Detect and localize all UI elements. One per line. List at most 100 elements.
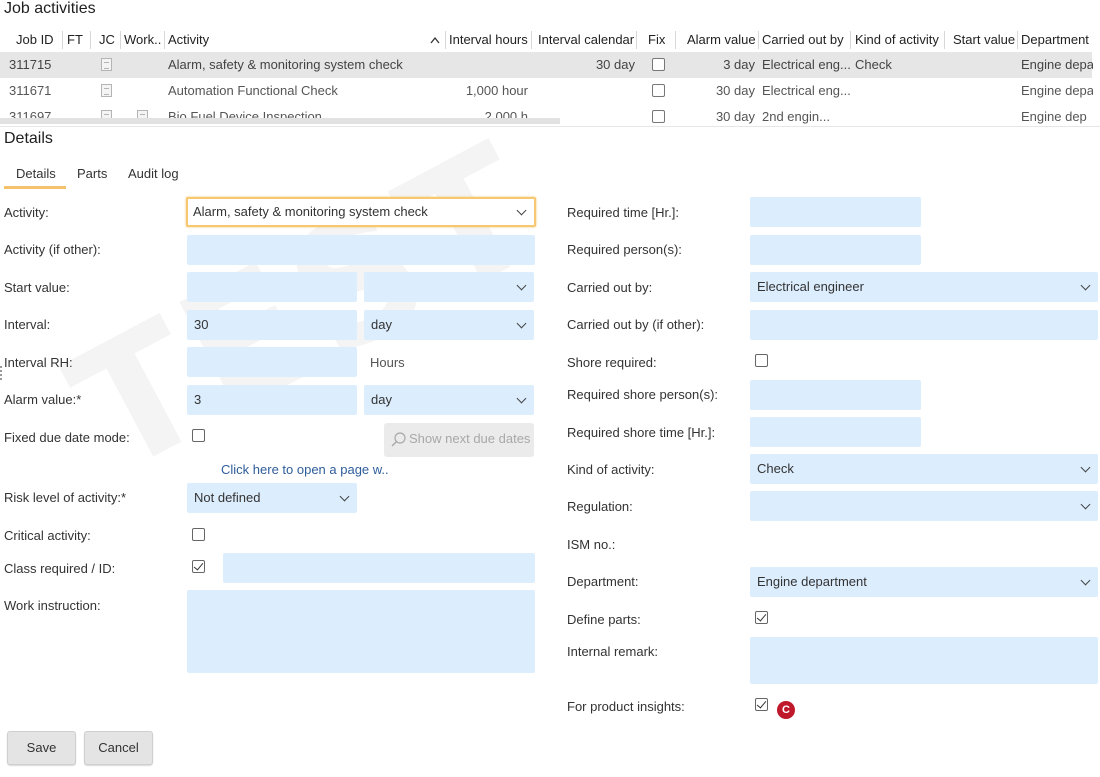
column-header-department[interactable]: Department bbox=[1021, 28, 1089, 52]
define-parts-checkbox[interactable] bbox=[755, 611, 768, 624]
cell-activity: Automation Functional Check bbox=[168, 83, 338, 98]
resize-handle[interactable] bbox=[0, 366, 3, 380]
fix-checkbox[interactable] bbox=[652, 58, 665, 71]
cell-job-id: 311671 bbox=[9, 83, 52, 98]
checkmark-icon bbox=[756, 698, 767, 709]
chevron-down-icon bbox=[1080, 499, 1091, 510]
column-header-alarm-value[interactable]: Alarm value bbox=[687, 28, 756, 52]
work-instruction-textarea[interactable] bbox=[187, 590, 535, 673]
column-header-work[interactable]: Work... bbox=[124, 28, 162, 52]
grid-header: Job ID FT JC Work... Activity Interval h… bbox=[0, 28, 1100, 52]
risk-level-value: Not defined bbox=[194, 490, 261, 505]
internal-remark-label: Internal remark: bbox=[567, 644, 659, 659]
interval-rh-unit: Hours bbox=[370, 355, 405, 370]
required-persons-input[interactable] bbox=[750, 235, 921, 265]
kind-of-activity-label: Kind of activity: bbox=[567, 462, 655, 477]
fix-checkbox[interactable] bbox=[652, 84, 665, 97]
column-header-kind-of-activity[interactable]: Kind of activity bbox=[855, 28, 939, 52]
define-parts-label: Define parts: bbox=[567, 612, 641, 627]
cell-department: Engine depa bbox=[1021, 57, 1093, 72]
class-required-checkbox[interactable] bbox=[192, 560, 205, 573]
department-select[interactable]: Engine department bbox=[750, 567, 1098, 597]
fixed-due-date-checkbox[interactable] bbox=[192, 429, 205, 442]
risk-level-select[interactable]: Not defined bbox=[187, 483, 357, 513]
column-header-fix[interactable]: Fix bbox=[648, 28, 665, 52]
activity-other-input[interactable] bbox=[187, 235, 535, 265]
department-label: Department: bbox=[567, 574, 639, 589]
show-next-due-dates-button[interactable]: Show next due dates bbox=[384, 423, 534, 457]
interval-rh-input[interactable] bbox=[187, 347, 357, 377]
required-persons-label: Required person(s): bbox=[567, 242, 682, 257]
cell-kind: Check bbox=[855, 57, 892, 72]
interval-unit-value: day bbox=[371, 317, 392, 332]
alarm-value-input[interactable]: 3 bbox=[187, 385, 357, 415]
activity-select[interactable]: Alarm, safety & monitoring system check bbox=[186, 197, 536, 227]
carried-out-other-input[interactable] bbox=[750, 310, 1098, 340]
internal-remark-textarea[interactable] bbox=[750, 637, 1098, 684]
job-activities-grid: Job ID FT JC Work... Activity Interval h… bbox=[0, 28, 1100, 125]
regulation-select[interactable] bbox=[750, 491, 1098, 521]
c-badge-icon: C bbox=[777, 701, 795, 719]
column-header-carried-out-by[interactable]: Carried out by bbox=[762, 28, 844, 52]
checkmark-icon bbox=[756, 611, 767, 622]
checkmark-icon bbox=[193, 560, 204, 571]
cell-alarm-value: 3 day bbox=[723, 57, 755, 72]
required-time-input[interactable] bbox=[750, 197, 921, 227]
active-tab-indicator bbox=[4, 186, 66, 189]
shore-time-input[interactable] bbox=[750, 417, 921, 447]
start-value-label: Start value: bbox=[4, 280, 70, 295]
chevron-down-icon bbox=[516, 280, 527, 291]
carried-out-by-select[interactable]: Electrical engineer bbox=[750, 272, 1098, 302]
shore-required-checkbox[interactable] bbox=[755, 354, 768, 367]
save-button[interactable]: Save bbox=[7, 731, 76, 765]
cell-department: Engine dep bbox=[1021, 109, 1087, 124]
class-id-input[interactable] bbox=[223, 553, 535, 583]
column-header-interval-hours[interactable]: Interval hours bbox=[449, 28, 528, 52]
interval-input[interactable]: 30 bbox=[187, 310, 357, 340]
column-header-job-id[interactable]: Job ID bbox=[16, 28, 54, 52]
product-insights-checkbox[interactable] bbox=[755, 698, 768, 711]
risk-level-label: Risk level of activity:* bbox=[4, 490, 127, 505]
column-header-interval-calendar[interactable]: Interval calendar bbox=[538, 28, 634, 52]
table-row[interactable]: 311715 Alarm, safety & monitoring system… bbox=[0, 52, 1093, 78]
open-page-link[interactable]: Click here to open a page w.. bbox=[221, 462, 389, 477]
interval-unit-select[interactable]: day bbox=[364, 310, 534, 340]
kind-of-activity-select[interactable]: Check bbox=[750, 454, 1098, 484]
kind-of-activity-value: Check bbox=[757, 461, 794, 476]
column-header-start-value[interactable]: Start value bbox=[953, 28, 1015, 52]
chevron-down-icon bbox=[1080, 280, 1091, 291]
cancel-button[interactable]: Cancel bbox=[84, 731, 153, 765]
shore-persons-input[interactable] bbox=[750, 380, 921, 410]
column-header-jc[interactable]: JC bbox=[99, 28, 115, 52]
activity-label: Activity: bbox=[4, 205, 49, 220]
document-icon[interactable] bbox=[101, 58, 112, 71]
tab-parts[interactable]: Parts bbox=[77, 166, 107, 181]
column-header-activity[interactable]: Activity bbox=[168, 28, 209, 52]
page-title: Job activities bbox=[4, 0, 96, 17]
ism-label: ISM no.: bbox=[567, 537, 616, 552]
interval-label: Interval: bbox=[4, 317, 51, 332]
chevron-down-icon bbox=[1080, 462, 1091, 473]
work-instruction-label: Work instruction: bbox=[4, 598, 101, 613]
search-icon bbox=[391, 432, 406, 447]
start-value-unit-select[interactable] bbox=[364, 272, 534, 302]
regulation-label: Regulation: bbox=[567, 499, 633, 514]
cell-carried-out-by: Electrical eng... bbox=[762, 83, 851, 98]
cell-carried-out-by: 2nd engin... bbox=[762, 109, 830, 124]
alarm-unit-select[interactable]: day bbox=[364, 385, 534, 415]
chevron-down-icon bbox=[516, 393, 527, 404]
fix-checkbox[interactable] bbox=[652, 110, 665, 123]
critical-activity-checkbox[interactable] bbox=[192, 528, 205, 541]
column-header-ft[interactable]: FT bbox=[67, 28, 83, 52]
alarm-unit-value: day bbox=[371, 392, 392, 407]
start-value-input[interactable] bbox=[187, 272, 357, 302]
cell-activity: Alarm, safety & monitoring system check bbox=[168, 57, 403, 72]
cell-interval-calendar: 30 day bbox=[595, 57, 635, 72]
tab-details[interactable]: Details bbox=[16, 166, 56, 181]
carried-out-other-label: Carried out by (if other): bbox=[567, 317, 705, 332]
tab-audit-log[interactable]: Audit log bbox=[128, 166, 179, 181]
sort-ascending-icon[interactable] bbox=[430, 36, 440, 44]
table-row[interactable]: 311671 Automation Functional Check 1,000… bbox=[0, 78, 1093, 104]
critical-activity-label: Critical activity: bbox=[4, 528, 91, 543]
document-icon[interactable] bbox=[101, 84, 112, 97]
